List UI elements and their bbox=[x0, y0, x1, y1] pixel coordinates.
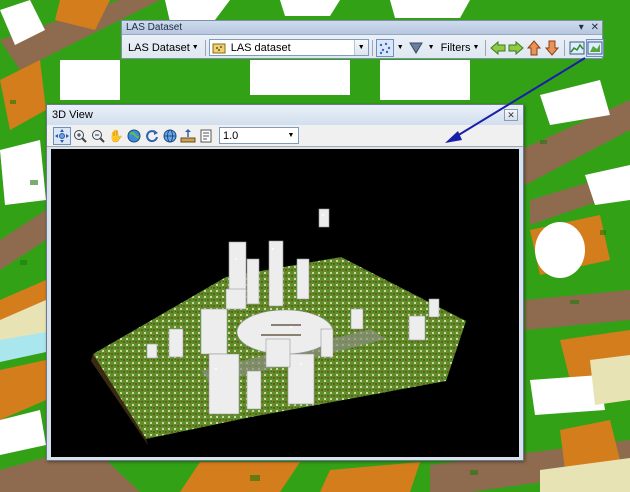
navigate-button[interactable] bbox=[53, 126, 71, 145]
globe-button[interactable] bbox=[125, 127, 143, 145]
refresh-icon bbox=[146, 129, 158, 142]
arrow-left-button[interactable] bbox=[489, 39, 507, 57]
layer-combo-value: LAS dataset bbox=[230, 41, 291, 54]
lidar-point-cloud bbox=[91, 208, 466, 445]
refresh-button[interactable] bbox=[143, 127, 161, 145]
zoom-in-icon bbox=[74, 129, 87, 143]
full-extent-icon bbox=[163, 129, 177, 142]
close-button[interactable]: ✕ bbox=[504, 109, 518, 121]
close-icon: ✕ bbox=[507, 110, 515, 120]
chevron-down-icon[interactable]: ▼ bbox=[397, 44, 404, 51]
filters-menu-button[interactable]: Filters ▼ bbox=[438, 39, 483, 57]
arrow-right-icon bbox=[508, 40, 525, 55]
points-icon bbox=[379, 42, 390, 54]
arrow-up-icon bbox=[527, 39, 542, 55]
zoom-out-icon bbox=[92, 129, 105, 143]
chevron-down-icon: ▼ bbox=[472, 44, 480, 51]
toolbar-separator bbox=[371, 39, 373, 56]
globe-icon bbox=[127, 129, 141, 142]
triangle-filter-icon bbox=[408, 42, 423, 54]
chevron-down-icon: ▼ bbox=[191, 44, 199, 51]
chevron-down-icon[interactable]: ▼ bbox=[284, 128, 298, 143]
arrow-up-button[interactable] bbox=[525, 39, 543, 57]
dropdown-icon[interactable]: ▾ bbox=[579, 22, 584, 33]
3d-view-icon bbox=[587, 41, 603, 54]
pan-icon: ✋ bbox=[108, 128, 124, 143]
zoom-combo-value: 1.0 bbox=[223, 129, 239, 142]
3d-view-titlebar[interactable]: 3D View ✕ bbox=[47, 105, 523, 125]
3d-scene-canvas[interactable] bbox=[51, 149, 519, 457]
las-dataset-toolbar: LAS Dataset ▾ ✕ LAS Dataset ▼ LAS datase… bbox=[121, 20, 605, 59]
toolbar-titlebar[interactable]: LAS Dataset ▾ ✕ bbox=[122, 21, 602, 35]
arrow-right-button[interactable] bbox=[507, 39, 525, 57]
3d-view-button[interactable] bbox=[586, 38, 605, 57]
3d-view-window: 3D View ✕ ✋ 1.0 ▼ bbox=[46, 104, 524, 461]
las-layer-icon bbox=[212, 43, 226, 53]
arrow-down-button[interactable] bbox=[543, 39, 561, 57]
pan-button[interactable]: ✋ bbox=[107, 127, 125, 145]
filter-button[interactable] bbox=[407, 39, 425, 57]
close-icon[interactable]: ✕ bbox=[591, 22, 599, 33]
arrow-down-icon bbox=[545, 40, 560, 56]
layer-combo[interactable]: LAS dataset ▼ bbox=[208, 39, 369, 56]
points-button[interactable] bbox=[375, 38, 394, 57]
profile-view-icon bbox=[569, 41, 585, 54]
toolbar-separator bbox=[485, 39, 487, 56]
toolbar-separator bbox=[204, 39, 206, 56]
las-dataset-menu-button[interactable]: LAS Dataset ▼ bbox=[125, 39, 202, 57]
toolbar-title: LAS Dataset bbox=[126, 22, 183, 33]
zoom-in-button[interactable] bbox=[71, 127, 89, 145]
properties-button[interactable] bbox=[197, 127, 215, 145]
full-extent-button[interactable] bbox=[161, 127, 179, 145]
profile-view-button[interactable] bbox=[568, 39, 586, 57]
properties-icon bbox=[200, 129, 212, 142]
chevron-down-icon[interactable]: ▼ bbox=[353, 40, 368, 55]
3d-view-title: 3D View bbox=[52, 109, 93, 121]
zoom-combo[interactable]: 1.0 ▼ bbox=[219, 127, 299, 144]
navigate-icon bbox=[55, 128, 69, 143]
toolbar-separator bbox=[564, 39, 566, 56]
las-dataset-menu-label: LAS Dataset bbox=[128, 41, 190, 54]
zoom-out-button[interactable] bbox=[89, 127, 107, 145]
vertical-exaggeration-button[interactable] bbox=[179, 127, 197, 145]
3d-view-toolbar: ✋ 1.0 ▼ bbox=[47, 125, 523, 147]
chevron-down-icon[interactable]: ▼ bbox=[428, 44, 435, 51]
arrow-left-icon bbox=[490, 40, 506, 55]
filters-label: Filters bbox=[440, 41, 471, 54]
vertical-exaggeration-icon bbox=[180, 128, 196, 142]
